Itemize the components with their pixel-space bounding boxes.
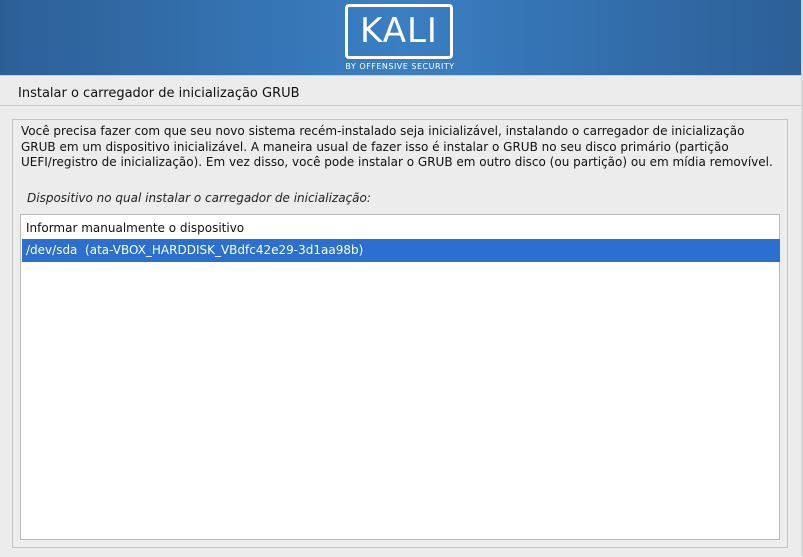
logo-text: KALI (360, 11, 438, 51)
description-text: Você precisa fazer com que seu novo sist… (21, 124, 773, 169)
kali-logo: KALI (345, 4, 453, 59)
list-item-manual-device[interactable]: Informar manualmente o dispositivo (22, 217, 780, 240)
logo-subtitle: BY OFFENSIVE SECURITY (345, 62, 455, 71)
step-title: Instalar o carregador de inicialização G… (18, 86, 300, 101)
title-divider (0, 105, 803, 106)
device-prompt: Dispositivo no qual instalar o carregado… (27, 191, 371, 205)
header-banner: KALI BY OFFENSIVE SECURITY (0, 0, 803, 75)
list-item-dev-sda[interactable]: /dev/sda (ata-VBOX_HARDDISK_VBdfc42e29-3… (22, 239, 780, 262)
device-list[interactable]: Informar manualmente o dispositivo /dev/… (20, 214, 780, 540)
